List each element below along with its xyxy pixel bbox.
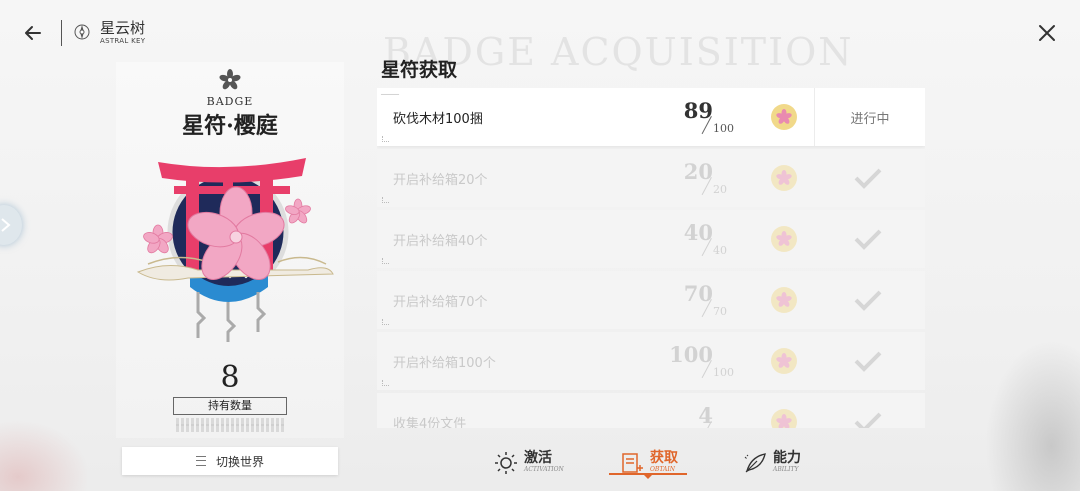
progress-total: 20 xyxy=(713,183,727,196)
row-corner xyxy=(382,380,389,386)
progress-total: 70 xyxy=(713,305,727,318)
tab-activation-sub: ACTIVATION xyxy=(524,465,564,473)
sakura-coin-icon xyxy=(771,409,797,428)
sakura-coin-icon xyxy=(771,226,797,252)
task-name: 开启补给箱70个 xyxy=(393,295,488,310)
checkmark-icon xyxy=(854,290,882,311)
task-row[interactable]: 开启补给箱40个 40 40 xyxy=(377,210,925,268)
checkmark-icon xyxy=(854,351,882,372)
held-count: 8 xyxy=(220,360,240,395)
active-tab-caret xyxy=(644,475,652,479)
task-status: 进行中 xyxy=(850,111,890,127)
obtain-list-icon xyxy=(622,453,643,473)
progress-total: 4 xyxy=(713,427,720,428)
row-corner xyxy=(382,197,389,203)
task-name: 开启补给箱100个 xyxy=(393,356,496,371)
sakura-emblem-icon xyxy=(219,69,241,90)
held-count-label: 持有数量 xyxy=(173,397,287,415)
task-row[interactable]: 开启补给箱20个 20 20 xyxy=(377,149,925,207)
sakura-torii-badge-image xyxy=(136,158,334,342)
chevron-right-icon xyxy=(1,218,11,232)
tab-ability[interactable]: 能力 ABILITY xyxy=(743,448,801,478)
task-name: 开启补给箱40个 xyxy=(393,234,488,249)
task-list[interactable]: ━━━━━━ 砍伐木材100捆 89 100 进行中 开启补给箱20个 20 2… xyxy=(377,88,925,428)
background-decoration-left xyxy=(0,420,90,491)
badge-panel: BADGE 星符·樱庭 8 持有数量 xyxy=(116,62,344,438)
row-corner xyxy=(382,258,389,264)
tab-activation[interactable]: 激活 ACTIVATION xyxy=(494,448,564,478)
astral-key-icon xyxy=(74,24,90,40)
task-name: 开启补给箱20个 xyxy=(393,173,488,188)
task-name: 收集4份文件 xyxy=(393,417,467,428)
app-title: 星云树 xyxy=(100,19,146,37)
switch-world-label: 切换世界 xyxy=(215,454,264,469)
close-icon[interactable] xyxy=(1036,22,1058,44)
tab-ability-sub: ABILITY xyxy=(773,465,799,473)
background-decoration-right xyxy=(985,340,1080,491)
section-title: 星符获取 xyxy=(381,59,458,81)
progress-total: 100 xyxy=(713,366,734,379)
sakura-coin-icon xyxy=(771,165,797,191)
progress-total: 40 xyxy=(713,244,727,257)
row-corner xyxy=(382,136,389,142)
task-name: 砍伐木材100捆 xyxy=(393,112,483,127)
checkmark-icon xyxy=(854,168,882,189)
task-progress: 70 70 xyxy=(675,279,739,323)
task-row[interactable]: ━━━━━━ 砍伐木材100捆 89 100 进行中 xyxy=(377,88,925,146)
progress-current: 4 xyxy=(698,403,713,428)
checkmark-icon xyxy=(854,412,882,428)
progress-current: 100 xyxy=(669,342,713,367)
task-progress: 100 100 xyxy=(669,340,739,384)
app-subtitle: ASTRAL KEY xyxy=(100,37,146,45)
checkmark-icon xyxy=(854,229,882,250)
badge-label-en: BADGE xyxy=(206,95,254,108)
task-row[interactable]: 收集4份文件 4 4 xyxy=(377,393,925,428)
row-tag: ━━━━━━ xyxy=(381,92,400,98)
sakura-coin-icon xyxy=(771,348,797,374)
sakura-coin-icon xyxy=(771,287,797,313)
sakura-coin-icon xyxy=(771,104,797,130)
header-divider xyxy=(61,20,62,46)
task-progress: 4 4 xyxy=(675,401,739,428)
previous-page-button[interactable] xyxy=(0,205,22,245)
task-progress: 20 20 xyxy=(675,157,739,201)
switch-world-button[interactable]: 切换世界 xyxy=(122,447,338,475)
progress-total: 100 xyxy=(713,122,734,135)
feather-icon xyxy=(744,453,766,473)
sun-icon xyxy=(495,452,517,474)
task-progress: 89 100 xyxy=(675,96,739,140)
task-row[interactable]: 开启补给箱70个 70 70 xyxy=(377,271,925,329)
badge-name: 星符·樱庭 xyxy=(182,113,278,139)
fine-print xyxy=(176,424,284,432)
menu-icon xyxy=(195,456,206,466)
row-corner xyxy=(382,319,389,325)
task-progress: 40 40 xyxy=(675,218,739,262)
back-arrow-icon[interactable] xyxy=(20,20,46,46)
task-row[interactable]: 开启补给箱100个 100 100 xyxy=(377,332,925,390)
